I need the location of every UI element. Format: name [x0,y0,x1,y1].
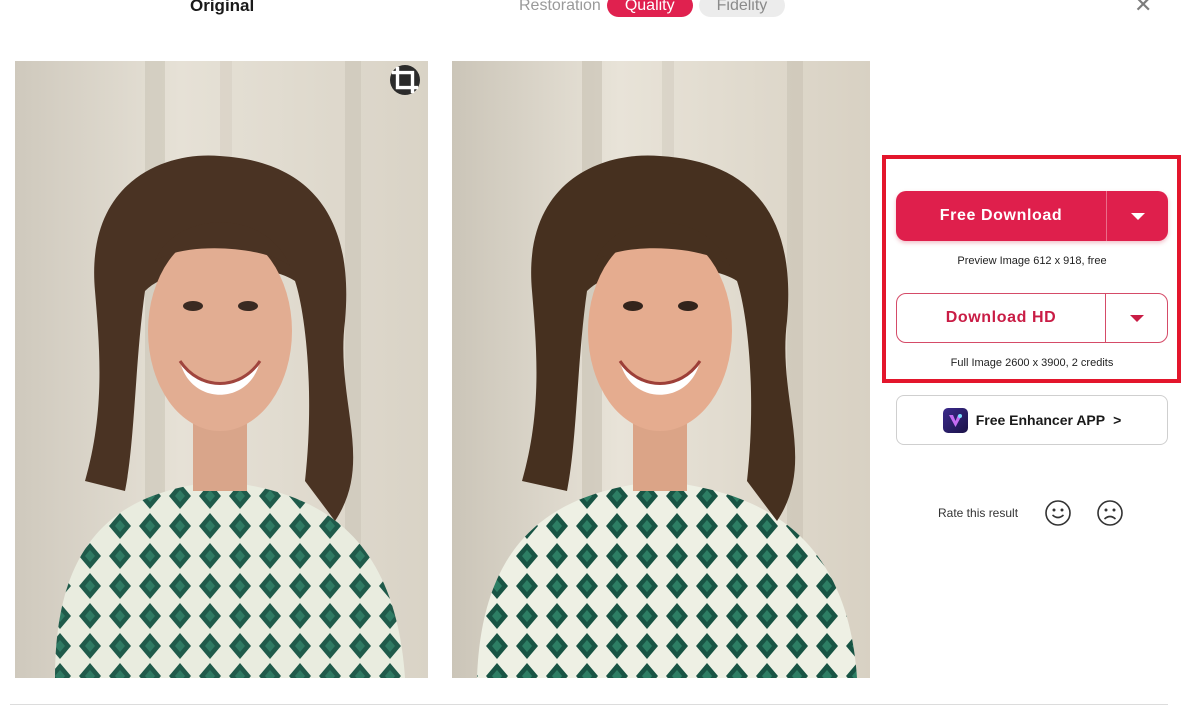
crop-icon [391,66,419,94]
download-hd-caption: Full Image 2600 x 3900, 2 credits [950,357,1114,369]
bottom-divider [10,704,1168,705]
download-hd-button[interactable]: Download HD [897,294,1105,342]
download-hd-button-group: Download HD [896,293,1168,343]
crop-button[interactable] [390,65,420,95]
free-download-dropdown[interactable] [1106,191,1168,241]
rating-row: Rate this result [938,499,1148,527]
caret-down-icon [1129,314,1144,322]
close-icon[interactable]: ✕ [1134,0,1152,16]
tab-fidelity[interactable]: Fidelity [698,0,786,17]
rate-result-label: Rate this result [938,506,1019,520]
free-download-button-group: Free Download [896,191,1168,241]
download-highlight-frame [882,155,1181,383]
chevron-right-icon: > [1113,412,1122,428]
enhance-mode-tabs: Restoration Quality Fidelity [519,0,786,17]
free-enhancer-app-label: Free Enhancer APP [975,412,1106,428]
caret-down-icon [1130,212,1145,220]
original-image [15,61,428,678]
free-download-button[interactable]: Free Download [896,191,1106,241]
original-photo-illustration [15,61,428,678]
free-enhancer-app-button[interactable]: Free Enhancer APP > [896,395,1168,445]
tab-restoration[interactable]: Restoration [519,0,601,17]
enhanced-photo-illustration [452,61,870,678]
sad-face-icon[interactable] [1096,499,1124,527]
enhanced-image [452,61,870,678]
smiley-face-icon[interactable] [1044,499,1072,527]
tab-quality[interactable]: Quality [606,0,693,17]
download-hd-dropdown[interactable] [1105,294,1167,342]
app-logo-icon [942,407,968,433]
free-download-caption: Preview Image 612 x 918, free [957,255,1107,267]
original-heading: Original [190,0,255,15]
